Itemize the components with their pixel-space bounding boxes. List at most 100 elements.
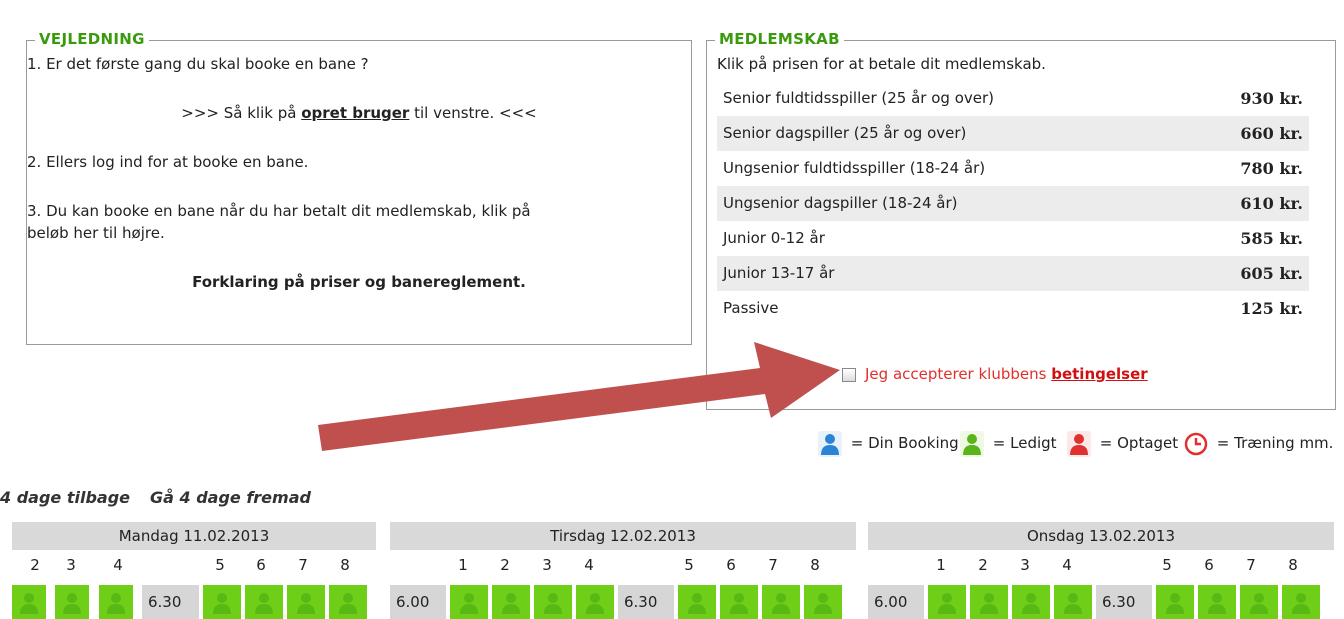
free-slot-button[interactable] <box>762 585 800 619</box>
free-slot-button[interactable] <box>287 585 325 619</box>
membership-price-button[interactable]: 930 kr. <box>1240 81 1303 116</box>
person-green-icon <box>297 593 315 614</box>
free-slot-button[interactable] <box>99 585 133 619</box>
free-slot-button[interactable] <box>450 585 488 619</box>
free-slot-button[interactable] <box>492 585 530 619</box>
date-navigation: 4 dage tilbage Gå 4 dage fremad <box>0 488 331 507</box>
person-green-icon <box>20 593 38 614</box>
court-number: 3 <box>1020 556 1030 574</box>
person-green-icon <box>938 593 956 614</box>
court-number: 8 <box>1288 556 1298 574</box>
membership-row: Junior 0-12 år 585 kr. <box>717 221 1309 256</box>
court-number: 6 <box>256 556 266 574</box>
court-number: 6 <box>726 556 736 574</box>
free-slot-button[interactable] <box>203 585 241 619</box>
person-green-icon <box>544 593 562 614</box>
membership-name: Senior dagspiller (25 år og over) <box>723 124 967 142</box>
membership-intro: Klik på prisen for at betale dit medlems… <box>717 55 1046 73</box>
membership-price-button[interactable]: 125 kr. <box>1240 291 1303 326</box>
free-slot-button[interactable] <box>576 585 614 619</box>
guide-title: VEJLEDNING <box>35 30 149 48</box>
person-green-icon <box>460 593 478 614</box>
accept-terms-label: Jeg accepterer klubbens betingelser <box>865 365 1148 383</box>
person-green-icon <box>772 593 790 614</box>
court-number: 7 <box>298 556 308 574</box>
terms-link[interactable]: betingelser <box>1051 365 1147 383</box>
nav-forward-link[interactable]: Gå 4 dage fremad <box>150 488 311 507</box>
free-slot-button[interactable] <box>1156 585 1194 619</box>
court-number: 6 <box>1204 556 1214 574</box>
accept-terms-checkbox[interactable] <box>842 368 856 382</box>
legend-training: = Træning mm. <box>1184 427 1333 459</box>
free-slot-button[interactable] <box>970 585 1008 619</box>
legend-taken: = Optaget <box>1067 427 1178 459</box>
guide-line-4a: 3. Du kan booke en bane når du har betal… <box>27 202 531 220</box>
free-slot-button[interactable] <box>12 585 46 619</box>
free-slot-button[interactable] <box>1282 585 1320 619</box>
person-green-icon <box>960 430 984 457</box>
membership-price-button[interactable]: 610 kr. <box>1240 186 1303 221</box>
create-user-link[interactable]: opret bruger <box>301 104 409 122</box>
person-green-icon <box>502 593 520 614</box>
court-number: 2 <box>978 556 988 574</box>
day-header-wednesday: Onsdag 13.02.2013 <box>868 522 1334 550</box>
guide-line-2: >>> Så klik på opret bruger til venstre.… <box>27 104 691 122</box>
person-green-icon <box>107 593 125 614</box>
time-label: 6.30 <box>1096 585 1152 619</box>
legend-your-booking-label: = Din Booking <box>850 434 959 452</box>
membership-name: Ungsenior fuldtidsspiller (18-24 år) <box>723 159 986 177</box>
free-slot-button[interactable] <box>1240 585 1278 619</box>
free-slot-button[interactable] <box>55 585 89 619</box>
membership-price-button[interactable]: 660 kr. <box>1240 116 1303 151</box>
legend-training-label: = Træning mm. <box>1216 434 1334 452</box>
day-header-tuesday: Tirsdag 12.02.2013 <box>390 522 856 550</box>
person-blue-icon <box>818 430 842 457</box>
time-label: 6.00 <box>390 585 446 619</box>
free-slot-button[interactable] <box>1054 585 1092 619</box>
person-green-icon <box>255 593 273 614</box>
legend-free: = Ledigt <box>960 427 1057 459</box>
free-slot-button[interactable] <box>804 585 842 619</box>
court-number: 3 <box>542 556 552 574</box>
free-slot-button[interactable] <box>928 585 966 619</box>
court-number: 5 <box>684 556 694 574</box>
court-number: 4 <box>584 556 594 574</box>
court-number: 8 <box>340 556 350 574</box>
person-green-icon <box>586 593 604 614</box>
court-number: 2 <box>30 556 40 574</box>
membership-price-button[interactable]: 585 kr. <box>1240 221 1303 256</box>
membership-panel: MEDLEMSKAB Klik på prisen for at betale … <box>706 30 1336 410</box>
court-number: 5 <box>215 556 225 574</box>
membership-name: Junior 13-17 år <box>723 264 835 282</box>
court-number: 1 <box>458 556 468 574</box>
court-number: 2 <box>500 556 510 574</box>
person-green-icon <box>63 593 81 614</box>
person-green-icon <box>1250 593 1268 614</box>
free-slot-button[interactable] <box>1198 585 1236 619</box>
price-rules-link[interactable]: Forklaring på priser og banereglement. <box>27 273 691 291</box>
membership-row: Senior dagspiller (25 år og over) 660 kr… <box>717 116 1309 151</box>
person-green-icon <box>814 593 832 614</box>
membership-row: Ungsenior dagspiller (18-24 år) 610 kr. <box>717 186 1309 221</box>
free-slot-button[interactable] <box>245 585 283 619</box>
person-green-icon <box>339 593 357 614</box>
person-green-icon <box>1208 593 1226 614</box>
membership-row: Senior fuldtidsspiller (25 år og over) 9… <box>717 81 1309 116</box>
guide-line-2-pre: >>> Så klik på <box>181 104 302 122</box>
nav-back-link[interactable]: 4 dage tilbage <box>0 488 130 507</box>
free-slot-button[interactable] <box>720 585 758 619</box>
person-green-icon <box>1166 593 1184 614</box>
free-slot-button[interactable] <box>678 585 716 619</box>
free-slot-button[interactable] <box>534 585 572 619</box>
court-number: 7 <box>1246 556 1256 574</box>
person-green-icon <box>980 593 998 614</box>
membership-price-button[interactable]: 780 kr. <box>1240 151 1303 186</box>
court-number: 1 <box>936 556 946 574</box>
court-number: 8 <box>810 556 820 574</box>
time-label: 6.30 <box>618 585 674 619</box>
person-green-icon <box>1292 593 1310 614</box>
free-slot-button[interactable] <box>329 585 367 619</box>
membership-price-button[interactable]: 605 kr. <box>1240 256 1303 291</box>
membership-row: Junior 13-17 år 605 kr. <box>717 256 1309 291</box>
free-slot-button[interactable] <box>1012 585 1050 619</box>
